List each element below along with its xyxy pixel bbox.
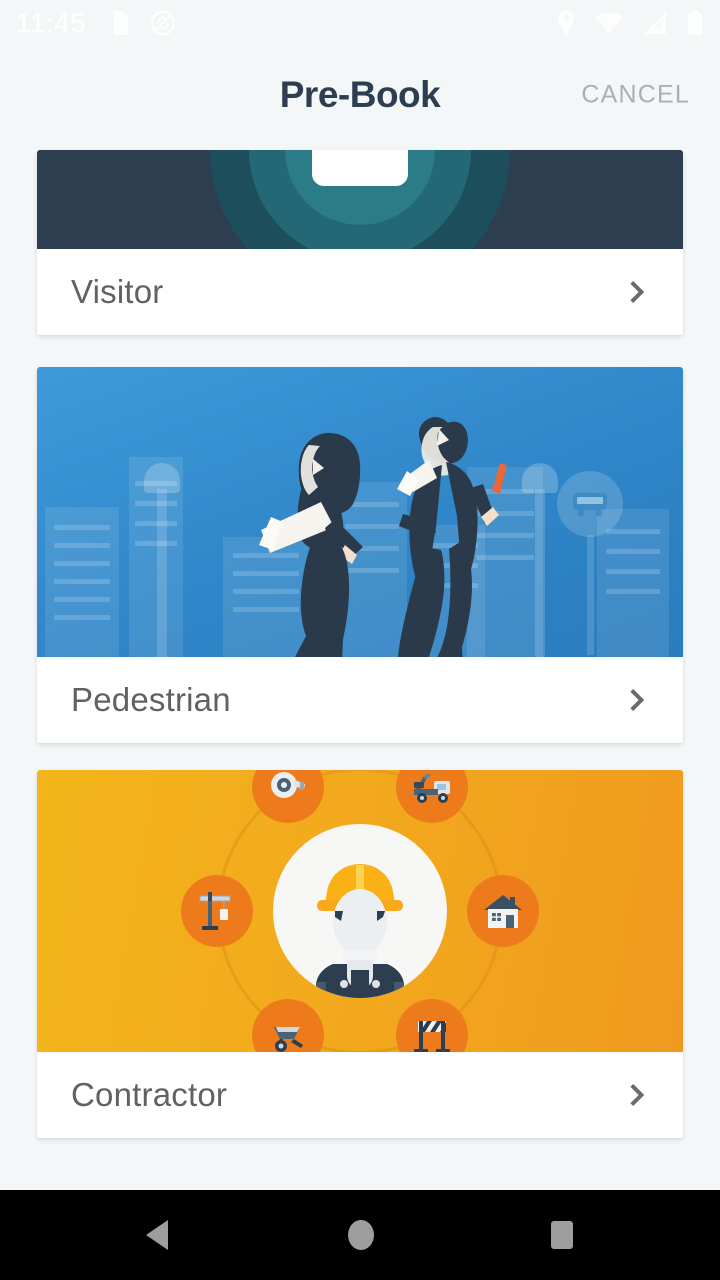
two-pedestrians-city-illustration <box>37 367 683 657</box>
recents-square-icon[interactable] <box>546 1216 578 1254</box>
chevron-right-icon[interactable] <box>621 1078 655 1112</box>
sync-disabled-icon <box>150 10 175 36</box>
card-pedestrian-row[interactable]: Pedestrian <box>37 657 683 743</box>
cancel-button[interactable]: CANCEL <box>581 81 690 110</box>
back-triangle-icon[interactable] <box>142 1217 176 1253</box>
chevron-right-icon[interactable] <box>621 275 655 309</box>
contractor-worker-avatar <box>273 824 447 998</box>
pedestrian-figures <box>259 417 507 657</box>
battery-icon <box>688 10 702 35</box>
status-bar: 11:45 <box>0 0 720 46</box>
hard-hat-worker-icon <box>316 864 404 998</box>
visitor-artwork <box>37 150 683 249</box>
house-icon <box>484 895 522 928</box>
road-barrier-icon <box>414 1021 450 1052</box>
page-title: Pre-Book <box>279 74 441 115</box>
contractor-icon-crane <box>181 875 253 947</box>
tow-truck-icon <box>414 773 450 803</box>
visitor-badge-illustration <box>37 150 683 249</box>
card-label-visitor: Visitor <box>71 273 164 310</box>
crane-icon <box>199 892 231 930</box>
chevron-right-icon[interactable] <box>621 683 655 717</box>
card-label-contractor: Contractor <box>71 1076 228 1113</box>
contractor-icon-house <box>467 875 539 947</box>
card-visitor-row[interactable]: Visitor <box>37 249 683 335</box>
visitor-badge-card <box>312 150 408 186</box>
woman-figure <box>259 432 363 657</box>
contractor-artwork <box>37 770 683 1052</box>
construction-worker-icons-illustration <box>37 770 683 1052</box>
booking-type-list[interactable]: Visitor Pedestrian Contractor <box>0 144 720 1190</box>
pedestrian-artwork <box>37 367 683 657</box>
card-label-pedestrian: Pedestrian <box>71 681 231 718</box>
man-figure <box>397 417 507 657</box>
app-screen: 11:45 Pre-Book CANCEL Visitor Pedestrian… <box>0 0 720 1280</box>
cellular-signal-icon <box>644 12 666 34</box>
home-circle-icon[interactable] <box>344 1216 378 1254</box>
app-bar: Pre-Book CANCEL <box>0 46 720 144</box>
wifi-icon <box>595 12 623 33</box>
location-pin-icon <box>558 10 574 35</box>
card-pedestrian[interactable]: Pedestrian <box>37 367 683 743</box>
wheelbarrow-icon <box>274 1027 303 1052</box>
status-bar-system-icons <box>555 9 704 37</box>
card-visitor[interactable]: Visitor <box>37 150 683 335</box>
status-bar-clock: 11:45 <box>16 7 87 38</box>
card-contractor[interactable]: Contractor <box>37 770 683 1138</box>
status-bar-notification-icons <box>109 9 177 37</box>
tape-measure-icon <box>271 772 305 798</box>
sim-card-icon <box>113 11 128 35</box>
card-contractor-row[interactable]: Contractor <box>37 1052 683 1138</box>
android-navigation-bar <box>0 1190 720 1280</box>
